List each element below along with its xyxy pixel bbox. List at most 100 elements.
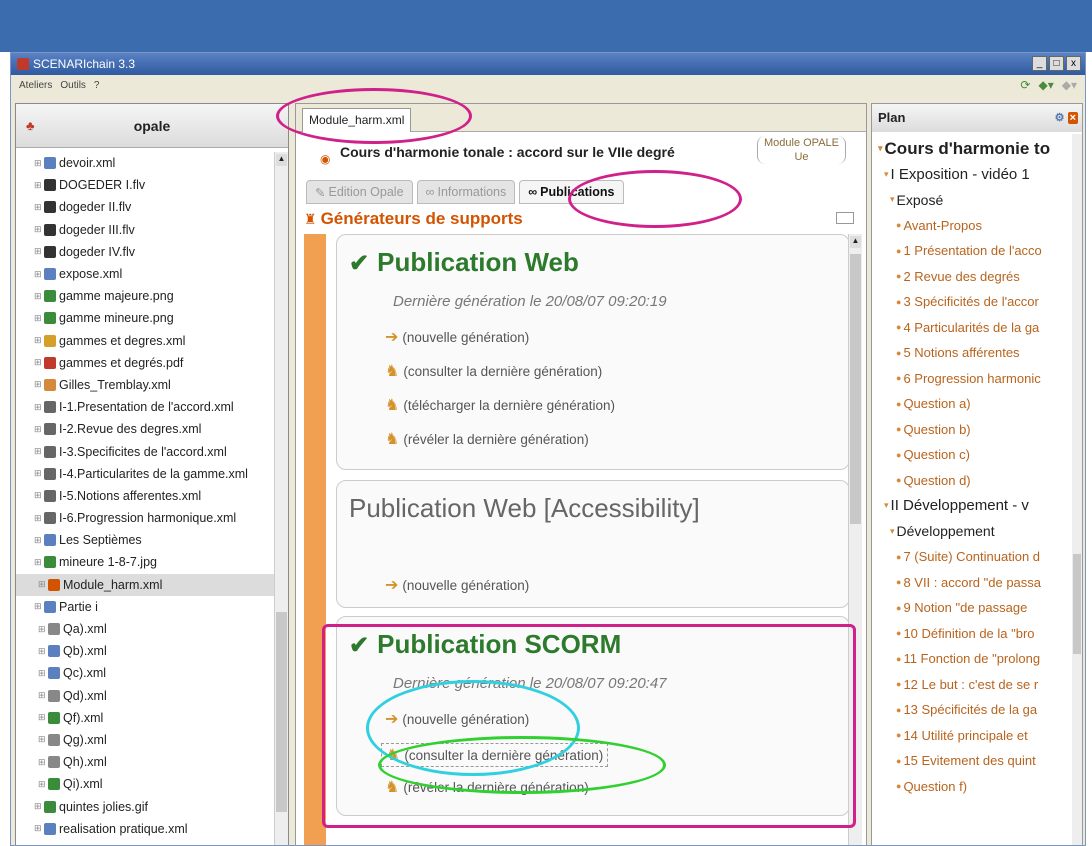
- expand-icon[interactable]: ⊞: [34, 158, 44, 169]
- expand-icon[interactable]: ⊞: [38, 624, 48, 635]
- plan-item[interactable]: ▾ Développement: [878, 519, 1076, 545]
- plan-item[interactable]: ▾ Cours d'harmonie to: [878, 136, 1076, 162]
- plan-item[interactable]: ● 2 Revue des degrés: [878, 264, 1076, 290]
- plan-item[interactable]: ● 1 Présentation de l'acco: [878, 238, 1076, 264]
- tree-item[interactable]: ⊞ realisation pratique.xml: [16, 818, 274, 840]
- forward-arrow-icon[interactable]: ◆▾: [1062, 78, 1077, 92]
- expand-icon[interactable]: ⊞: [34, 601, 44, 612]
- publication-action[interactable]: ♞ (révéler la dernière génération): [385, 429, 589, 449]
- tree-item[interactable]: ⊞ Qb).xml: [16, 640, 274, 662]
- close-icon[interactable]: ×: [1067, 112, 1078, 124]
- menu-outils[interactable]: Outils: [60, 80, 86, 91]
- tab-publications[interactable]: ∞ Publications: [519, 180, 624, 204]
- tree-item[interactable]: ⊞ Qh).xml: [16, 751, 274, 773]
- expand-icon[interactable]: ⊞: [38, 646, 48, 657]
- plan-item[interactable]: ● Question b): [878, 417, 1076, 443]
- tree-item[interactable]: ⊞ I-2.Revue des degres.xml: [16, 418, 274, 440]
- minimize-button[interactable]: _: [1032, 56, 1047, 71]
- plan-item[interactable]: ● 13 Spécificités de la ga: [878, 697, 1076, 723]
- editor-tab-module-harm[interactable]: Module_harm.xml: [302, 108, 412, 132]
- expand-icon[interactable]: ⊞: [34, 180, 44, 191]
- plan-item[interactable]: ● Question c): [878, 442, 1076, 468]
- plan-item[interactable]: ● 12 Le but : c'est de se r: [878, 672, 1076, 698]
- scroll-up-arrow-icon[interactable]: ▲: [276, 154, 287, 166]
- plan-item[interactable]: ● 8 VII : accord "de passa: [878, 570, 1076, 596]
- expand-icon[interactable]: ⊞: [34, 202, 44, 213]
- expand-icon[interactable]: ⊞: [34, 379, 44, 390]
- expand-icon[interactable]: ⊞: [34, 224, 44, 235]
- plan-item[interactable]: ● Question f): [878, 774, 1076, 800]
- expand-arrow-icon[interactable]: ▾: [878, 143, 883, 154]
- tree-item[interactable]: ⊞ Gilles_Tremblay.xml: [16, 374, 274, 396]
- refresh-icon[interactable]: ⟳: [1020, 78, 1030, 92]
- tab-informations[interactable]: ∞ Informations: [416, 180, 516, 204]
- tree-item[interactable]: ⊞ I-1.Presentation de l'accord.xml: [16, 396, 274, 418]
- publication-action[interactable]: ➔ (nouvelle génération): [385, 575, 529, 595]
- scroll-thumb[interactable]: [1073, 554, 1081, 654]
- plan-item[interactable]: ● 9 Notion "de passage: [878, 595, 1076, 621]
- expand-arrow-icon[interactable]: ▾: [890, 194, 895, 205]
- maximize-button[interactable]: □: [1049, 56, 1064, 71]
- tree-item[interactable]: ⊞ gammes et degrés.pdf: [16, 352, 274, 374]
- tree-item[interactable]: ⊞ Les Septièmes: [16, 529, 274, 551]
- tree-item[interactable]: ⊞ dogeder III.flv: [16, 219, 274, 241]
- workshop-home-icon[interactable]: ♣: [26, 118, 35, 133]
- expand-icon[interactable]: ⊞: [34, 468, 44, 479]
- tree-item[interactable]: ⊞ Qd).xml: [16, 685, 274, 707]
- expand-icon[interactable]: ⊞: [34, 513, 44, 524]
- expand-icon[interactable]: ⊞: [34, 402, 44, 413]
- plan-item[interactable]: ● 4 Particularités de la ga: [878, 315, 1076, 341]
- expand-icon[interactable]: ⊞: [38, 757, 48, 768]
- scroll-thumb[interactable]: [850, 254, 861, 524]
- expand-arrow-icon[interactable]: ▾: [884, 500, 889, 511]
- expand-icon[interactable]: ⊞: [34, 269, 44, 280]
- plan-item[interactable]: ● Avant-Propos: [878, 213, 1076, 239]
- plan-item[interactable]: ▾ I Exposition - vidéo 1: [878, 162, 1076, 188]
- expand-icon[interactable]: ⊞: [34, 535, 44, 546]
- plan-item[interactable]: ● 6 Progression harmonic: [878, 366, 1076, 392]
- expand-icon[interactable]: ⊞: [34, 801, 44, 812]
- expand-icon[interactable]: ⊞: [34, 446, 44, 457]
- expand-arrow-icon[interactable]: ▾: [884, 169, 889, 180]
- plan-item[interactable]: ● 15 Evitement des quint: [878, 748, 1076, 774]
- tree-item[interactable]: ⊞ expose.xml: [16, 263, 274, 285]
- tree-item[interactable]: ⊞ I-5.Notions afferentes.xml: [16, 485, 274, 507]
- tab-edition-opale[interactable]: ✎ Edition Opale: [306, 180, 413, 204]
- tree-item[interactable]: ⊞ Qa).xml: [16, 618, 274, 640]
- tree-item[interactable]: ⊞ dogeder IV.flv: [16, 241, 274, 263]
- plan-item[interactable]: ▾ Exposé: [878, 187, 1076, 213]
- expand-icon[interactable]: ⊞: [34, 313, 44, 324]
- expand-icon[interactable]: ⊞: [38, 690, 48, 701]
- tree-item[interactable]: ⊞ Qi).xml: [16, 773, 274, 795]
- tree-item[interactable]: ⊞ Qf).xml: [16, 707, 274, 729]
- plan-item[interactable]: ● Question d): [878, 468, 1076, 494]
- tree-item[interactable]: ⊞ Qc).xml: [16, 662, 274, 684]
- plan-item[interactable]: ● 10 Définition de la "bro: [878, 621, 1076, 647]
- expand-arrow-icon[interactable]: ▾: [890, 526, 895, 537]
- publication-action[interactable]: ➔ (nouvelle génération): [385, 327, 529, 347]
- publication-action[interactable]: ♞ (consulter la dernière génération): [385, 361, 602, 381]
- plan-item[interactable]: ▾ II Développement - v: [878, 493, 1076, 519]
- expand-icon[interactable]: ⊞: [38, 668, 48, 679]
- scroll-thumb[interactable]: [276, 612, 287, 812]
- publication-action[interactable]: ♞ (télécharger la dernière génération): [385, 395, 615, 415]
- tree-item[interactable]: ⊞ gammes et degres.xml: [16, 330, 274, 352]
- tree-item[interactable]: ⊞ gamme majeure.png: [16, 285, 274, 307]
- plan-item[interactable]: ● 5 Notions afférentes: [878, 340, 1076, 366]
- scroll-up-arrow-icon[interactable]: ▲: [850, 236, 861, 248]
- expand-icon[interactable]: ⊞: [34, 424, 44, 435]
- tree-item[interactable]: ⊞ DOGEDER I.flv: [16, 174, 274, 196]
- tree-item[interactable]: ⊞ Partie i: [16, 596, 274, 618]
- plan-item[interactable]: ● 14 Utilité principale et: [878, 723, 1076, 749]
- plan-item[interactable]: ● 7 (Suite) Continuation d: [878, 544, 1076, 570]
- gear-icon[interactable]: ⚙: [1055, 112, 1065, 124]
- plan-item[interactable]: ● Question a): [878, 391, 1076, 417]
- expand-icon[interactable]: ⊞: [38, 779, 48, 790]
- expand-icon[interactable]: ⊞: [34, 246, 44, 257]
- plan-item[interactable]: ● 11 Fonction de "prolong: [878, 646, 1076, 672]
- tree-item[interactable]: ⊞ quintes jolies.gif: [16, 795, 274, 817]
- menu-help[interactable]: ?: [94, 80, 100, 91]
- expand-icon[interactable]: ⊞: [34, 291, 44, 302]
- expand-icon[interactable]: ⊞: [34, 557, 44, 568]
- tree-item[interactable]: ⊞ I-4.Particularites de la gamme.xml: [16, 463, 274, 485]
